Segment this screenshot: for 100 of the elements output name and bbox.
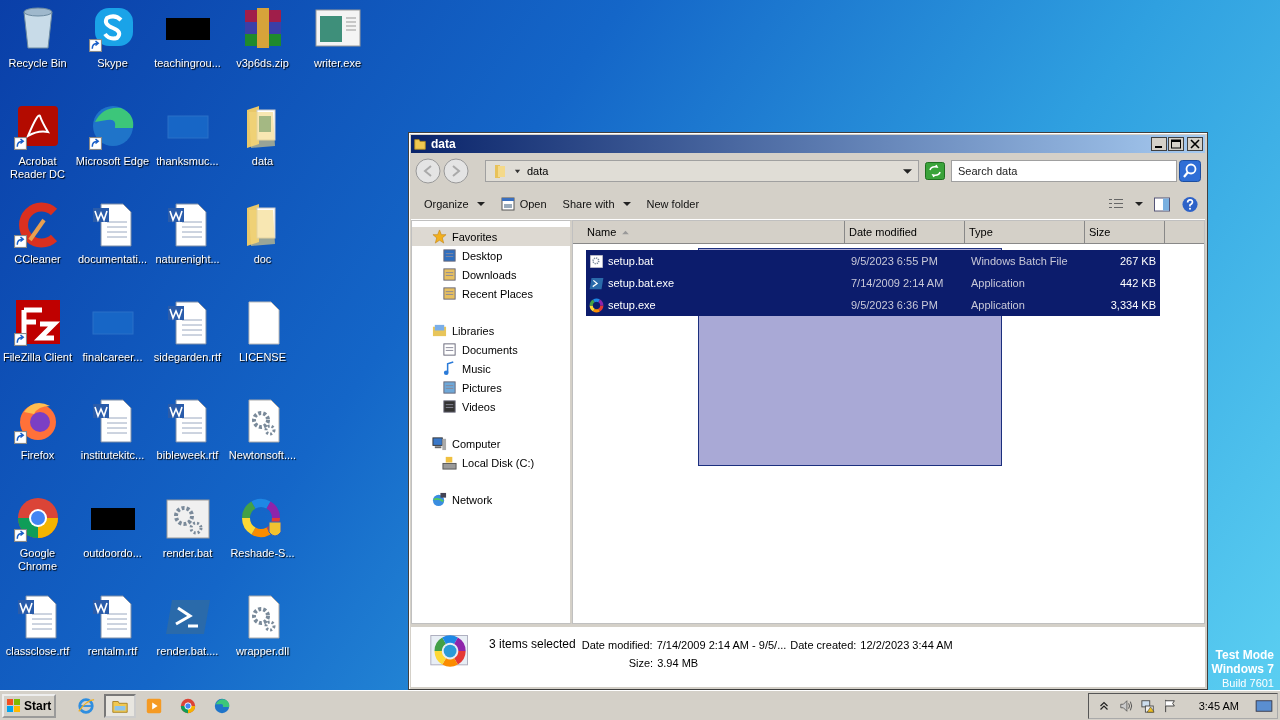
document-icon bbox=[442, 342, 457, 357]
icon-label[interactable]: CCleaner bbox=[14, 253, 61, 266]
minimize-button[interactable] bbox=[1151, 137, 1167, 151]
address-bar[interactable]: data bbox=[485, 160, 919, 182]
nav-item[interactable]: Music bbox=[412, 359, 570, 378]
nav-item[interactable]: Pictures bbox=[412, 378, 570, 397]
nav-item[interactable]: Favorites bbox=[412, 227, 570, 246]
library-icon bbox=[432, 323, 447, 338]
show-desktop-button[interactable] bbox=[1255, 698, 1273, 713]
icon-label[interactable]: teachingrou... bbox=[154, 57, 221, 70]
shortcut-arrow-icon bbox=[13, 529, 27, 542]
nav-item[interactable]: Local Disk (C:) bbox=[412, 453, 570, 472]
icon-label[interactable]: classclose.rtf bbox=[5, 645, 70, 658]
column-header[interactable]: Size bbox=[1085, 221, 1165, 243]
icon-label[interactable]: FileZilla Client bbox=[2, 351, 73, 364]
icon-label[interactable]: institutekitc... bbox=[80, 449, 145, 462]
icon-label[interactable]: writer.exe bbox=[313, 57, 362, 70]
shortcut-arrow-icon bbox=[13, 333, 27, 346]
clock[interactable]: 3:45 AM bbox=[1198, 699, 1239, 712]
taskbar-button[interactable] bbox=[104, 693, 136, 718]
close-button[interactable] bbox=[1187, 137, 1203, 151]
refresh-button[interactable] bbox=[925, 162, 945, 180]
nav-item[interactable]: Documents bbox=[412, 340, 570, 359]
toolbar-button[interactable]: Share with bbox=[555, 195, 638, 213]
icon-label[interactable]: documentati... bbox=[77, 253, 148, 266]
file-row[interactable]: setup.bat.exe 7/14/2009 2:14 AM Application 442 KB bbox=[586, 272, 1160, 294]
file-row[interactable]: setup.bat 9/5/2023 6:55 PM Windows Batch File 267 KB bbox=[586, 250, 1160, 272]
detail-value: 7/14/2009 2:14 AM - 9/5/... bbox=[656, 639, 787, 651]
file-row[interactable]: setup.exe 9/5/2023 6:36 PM Application 3,334 KB bbox=[586, 294, 1160, 316]
icon-label[interactable]: outdoordo... bbox=[83, 547, 142, 560]
icon-label[interactable]: bibleweek.rtf bbox=[156, 449, 219, 462]
icon-label[interactable]: Recycle Bin bbox=[8, 57, 67, 70]
file-name: setup.bat.exe bbox=[608, 277, 675, 289]
preview-pane-icon[interactable] bbox=[1153, 195, 1171, 213]
icon-label[interactable]: doc bbox=[253, 253, 272, 266]
flag-icon[interactable] bbox=[1162, 698, 1177, 713]
icon-label[interactable]: data bbox=[251, 155, 274, 168]
nav-item[interactable]: Desktop bbox=[412, 246, 570, 265]
icon-label[interactable]: thanksmuc... bbox=[156, 155, 219, 168]
search-field[interactable]: Search data bbox=[951, 160, 1177, 182]
search-icon[interactable] bbox=[1179, 160, 1201, 182]
detail-value: 3.94 MB bbox=[657, 657, 699, 669]
folder-icon bbox=[492, 163, 508, 179]
date-cell-text: 9/5/2023 6:55 PM bbox=[851, 255, 939, 267]
toolbar-button[interactable]: New folder bbox=[639, 195, 707, 213]
date-cell-text: 9/5/2023 6:36 PM bbox=[851, 299, 939, 311]
caret-icon[interactable] bbox=[1135, 200, 1143, 208]
test-mode-text: Windows 7 bbox=[1211, 662, 1274, 676]
nav-item[interactable]: Network bbox=[412, 490, 570, 509]
speaker-icon[interactable] bbox=[1118, 698, 1133, 713]
caret-icon[interactable] bbox=[903, 166, 912, 176]
disk-icon bbox=[442, 455, 457, 470]
caret-icon bbox=[622, 200, 631, 208]
icon-label[interactable]: finalcareer... bbox=[82, 351, 143, 364]
icon-label[interactable]: Microsoft Edge bbox=[75, 155, 150, 168]
computer-icon bbox=[432, 436, 447, 451]
icon-label[interactable]: Skype bbox=[97, 57, 128, 70]
start-button[interactable]: Start bbox=[2, 693, 56, 718]
size-cell-text: 442 KB bbox=[1118, 277, 1156, 289]
nav-item[interactable]: Computer bbox=[412, 434, 570, 453]
icon-label[interactable]: rentalm.rtf bbox=[87, 645, 138, 658]
icon-label[interactable]: wrapper.dll bbox=[235, 645, 290, 658]
nav-item[interactable]: Recent Places bbox=[412, 284, 570, 303]
browser-icon bbox=[179, 696, 197, 715]
file-name: setup.exe bbox=[608, 299, 656, 311]
maximize-button[interactable] bbox=[1168, 137, 1184, 151]
toolbar-button[interactable]: Open bbox=[493, 194, 554, 214]
caret-icon[interactable] bbox=[514, 167, 521, 175]
icon-label[interactable]: naturenight... bbox=[155, 253, 220, 266]
detail-label: Date created: bbox=[790, 639, 857, 651]
icon-label[interactable]: v3p6ds.zip bbox=[236, 57, 289, 70]
detail-value: 12/2/2023 3:44 AM bbox=[860, 639, 953, 651]
icon-label[interactable]: render.bat bbox=[162, 547, 213, 560]
type-cell-text: Application bbox=[971, 299, 1026, 311]
column-header[interactable]: Date modified bbox=[845, 221, 965, 243]
icon-label[interactable]: LICENSE bbox=[238, 351, 287, 364]
windows-logo-icon bbox=[6, 697, 22, 714]
ftp-app-icon[interactable] bbox=[13, 298, 62, 346]
type-cell-text: Windows Batch File bbox=[971, 255, 1069, 267]
icon-label[interactable]: Reshade-S... bbox=[230, 547, 295, 560]
icon-label[interactable]: Google Chrome bbox=[0, 547, 75, 573]
nav-item[interactable]: Videos bbox=[412, 397, 570, 416]
color-ring-icon bbox=[589, 297, 604, 313]
icon-label[interactable]: Newtonsoft.... bbox=[228, 449, 297, 462]
file-name: setup.bat bbox=[608, 255, 654, 267]
icon-label[interactable]: render.bat.... bbox=[156, 645, 219, 658]
column-header[interactable]: Name bbox=[573, 221, 845, 243]
size-cell-text: 3,334 KB bbox=[1109, 299, 1156, 311]
detail-label: Date modified: bbox=[581, 639, 653, 651]
help-icon[interactable] bbox=[1181, 195, 1199, 213]
terminal-icon bbox=[589, 275, 604, 291]
icon-label[interactable]: Firefox bbox=[20, 449, 55, 462]
toolbar-button[interactable]: Organize bbox=[417, 195, 492, 213]
icon-label[interactable]: sidegarden.rtf bbox=[153, 351, 222, 364]
shortcut-arrow-icon bbox=[13, 431, 27, 444]
nav-item[interactable]: Downloads bbox=[412, 265, 570, 284]
network-icon[interactable] bbox=[1140, 698, 1155, 713]
icon-label[interactable]: Acrobat Reader DC bbox=[0, 155, 75, 181]
nav-item[interactable]: Libraries bbox=[412, 321, 570, 340]
column-header[interactable]: Type bbox=[965, 221, 1085, 243]
